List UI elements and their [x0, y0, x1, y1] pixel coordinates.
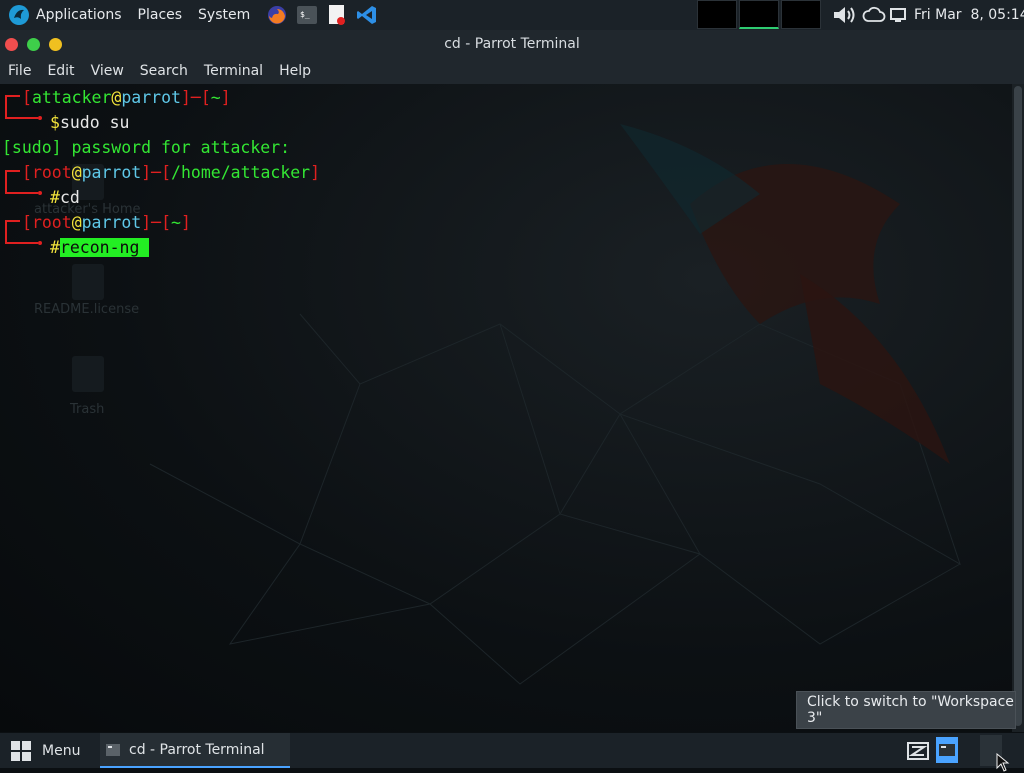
terminal-icon	[106, 743, 120, 756]
desktop-label-license: README.license	[34, 302, 140, 317]
grid-menu-icon	[11, 741, 31, 761]
taskbar-item-label: cd - Parrot Terminal	[129, 741, 265, 758]
archive-icon	[907, 742, 929, 760]
prompt-user: attacker	[31, 88, 112, 107]
vscode-icon	[357, 6, 377, 24]
taskbar-terminal-item[interactable]: cd - Parrot Terminal	[100, 733, 290, 768]
desktop-label-trash: Trash	[70, 402, 105, 417]
menu-help[interactable]: Help	[271, 63, 319, 79]
terminal-command-line: #recon-ng	[50, 238, 150, 258]
firefox-icon	[268, 6, 287, 24]
places-label: Places	[137, 7, 183, 23]
license-file-icon	[72, 264, 104, 300]
prompt-host: parrot	[81, 163, 142, 182]
volume-control[interactable]	[832, 0, 862, 30]
menu-button[interactable]: Menu	[10, 740, 80, 762]
menu-terminal-label: Terminal	[203, 63, 264, 79]
firefox-launcher[interactable]	[266, 4, 288, 26]
prompt-path: /home/attacker	[171, 163, 311, 182]
bottom-panel: Menu cd - Parrot Terminal	[0, 733, 1024, 772]
system-label: System	[198, 7, 251, 23]
terminal-window: cd - Parrot Terminal File Edit View Sear…	[0, 30, 1024, 732]
workspace-3[interactable]	[781, 0, 821, 29]
svg-text:$_: $_	[300, 10, 310, 19]
network-cloud-icon	[862, 6, 886, 22]
prompt-host: parrot	[121, 88, 181, 107]
workspace-1[interactable]	[697, 0, 737, 29]
menu-edit[interactable]: Edit	[39, 63, 82, 79]
network-control[interactable]	[862, 0, 886, 30]
top-panel: Applications Places System $_ Fri Mar 8,…	[0, 0, 1024, 31]
prompt-symbol: #	[50, 238, 60, 257]
prompt-symbol: $	[50, 113, 60, 132]
volume-icon	[834, 7, 855, 23]
workspace-2[interactable]	[739, 0, 779, 29]
terminal-output-line: [sudo] password for attacker:	[2, 138, 291, 157]
workspace-tooltip: Click to switch to "Workspace 3"	[796, 691, 1016, 729]
screen-icon	[890, 8, 906, 22]
menu-terminal[interactable]: Terminal	[196, 63, 271, 79]
trash-icon	[72, 356, 104, 392]
window-title: cd - Parrot Terminal	[444, 36, 580, 52]
menu-label: Menu	[42, 743, 81, 759]
terminal-launcher[interactable]: $_	[296, 4, 318, 26]
scrollbar-thumb[interactable]	[1014, 86, 1022, 726]
text-editor-launcher[interactable]	[326, 4, 348, 26]
prompt-symbol: #	[50, 188, 60, 207]
menu-file[interactable]: File	[0, 63, 39, 79]
terminal-prompt-line: [attacker@parrot]─[~]	[22, 88, 231, 107]
clock[interactable]: Fri Mar 8, 05:14	[914, 0, 1024, 30]
prompt-host: parrot	[81, 213, 142, 232]
system-menu[interactable]: System	[190, 0, 258, 30]
clock-datetime: Fri Mar 8, 05:14	[914, 7, 1024, 23]
text-editor-icon	[329, 5, 346, 25]
prompt-user: root	[31, 213, 72, 232]
command-text: cd	[59, 188, 80, 207]
menu-view-label: View	[90, 63, 124, 79]
menu-view[interactable]: View	[83, 63, 132, 79]
terminal-icon: $_	[297, 6, 318, 24]
prompt-user: root	[31, 163, 72, 182]
menu-search[interactable]: Search	[132, 63, 196, 79]
prompt-path: ~	[210, 88, 221, 107]
menu-help-label: Help	[279, 63, 311, 79]
applications-menu[interactable]: Applications	[0, 0, 130, 30]
mouse-cursor-icon	[996, 753, 1010, 772]
prompt-path: ~	[171, 213, 181, 232]
menubar: File Edit View Search Terminal Help	[0, 58, 1024, 85]
terminal-output[interactable]: attacker's Home README.license Trash [at…	[0, 84, 1012, 732]
terminal-prompt-line: [root@parrot]─[~]	[22, 213, 191, 232]
menu-search-label: Search	[139, 63, 188, 79]
terminal-prompt-line: [root@parrot]─[/home/attacker]	[22, 163, 321, 182]
menu-file-label: File	[8, 63, 32, 79]
applications-label: Applications	[36, 7, 122, 23]
terminal-command-line: #cd	[50, 188, 80, 208]
terminal-command-line: $sudo su	[50, 113, 129, 133]
terminal-icon	[939, 744, 955, 756]
terminal-tray[interactable]	[936, 737, 958, 763]
window-titlebar[interactable]: cd - Parrot Terminal	[0, 30, 1024, 58]
vscode-launcher[interactable]	[356, 4, 378, 26]
menu-edit-label: Edit	[47, 63, 75, 79]
command-text-highlighted: recon-ng	[59, 238, 150, 257]
parrot-logo-icon	[9, 5, 29, 25]
display-control[interactable]	[889, 0, 907, 30]
command-text: sudo su	[59, 113, 130, 132]
archive-tray[interactable]	[906, 740, 930, 766]
places-menu[interactable]: Places	[130, 0, 191, 30]
